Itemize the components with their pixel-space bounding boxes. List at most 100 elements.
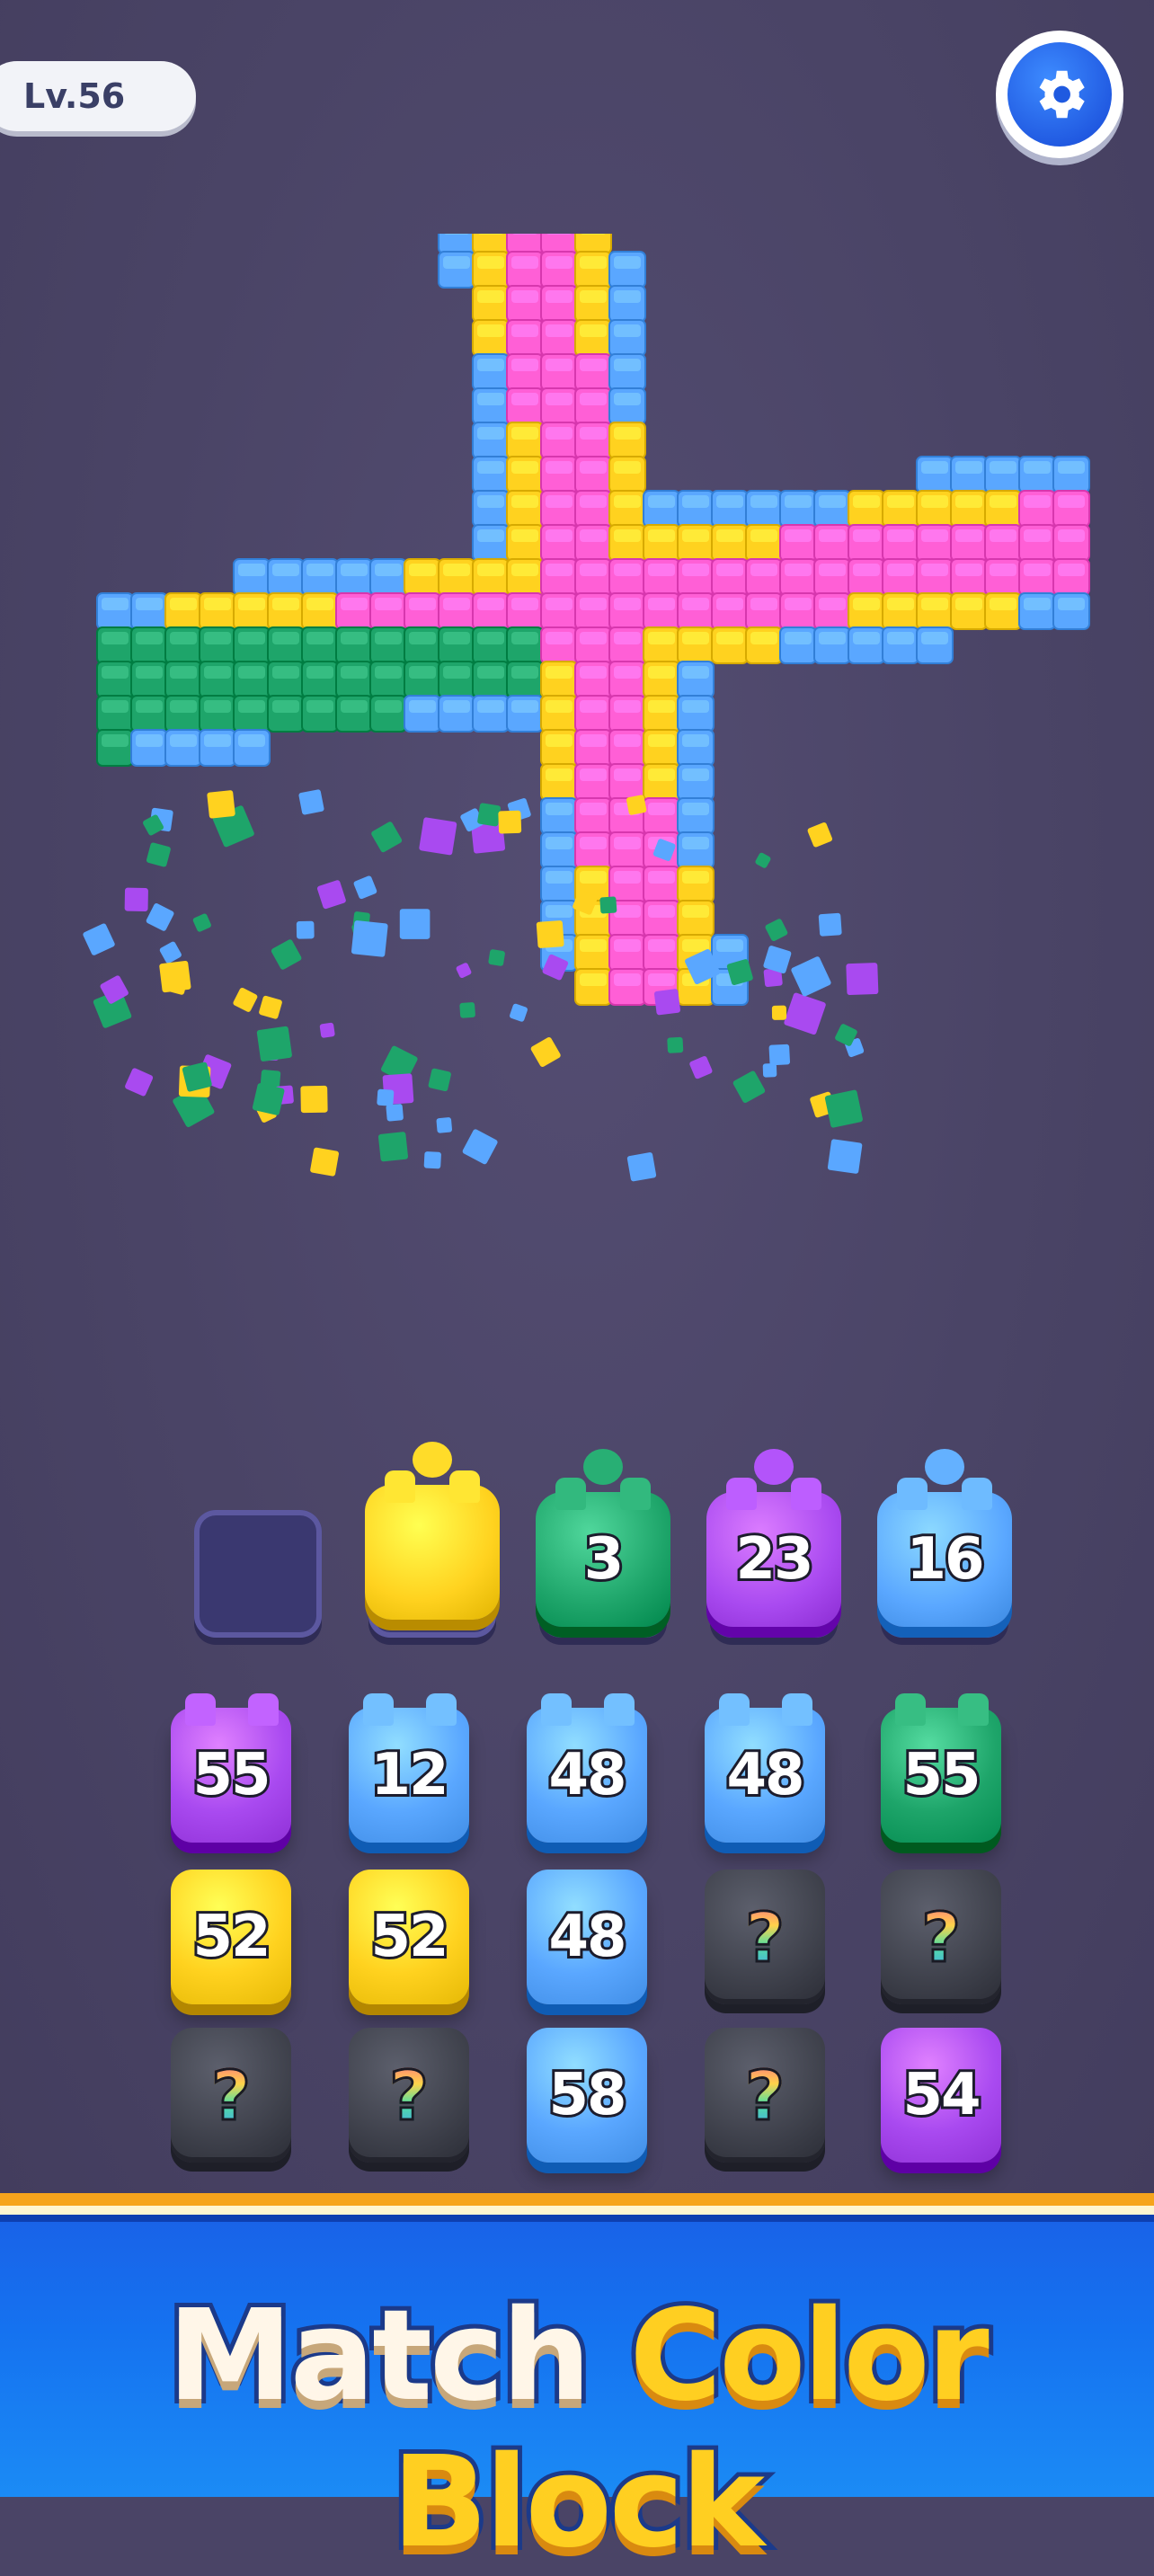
block-ear: [541, 1693, 572, 1726]
debris-cube: [784, 992, 826, 1035]
voxel-cube: [506, 456, 544, 493]
voxel-cube: [574, 387, 612, 425]
debris-cube: [423, 1151, 441, 1169]
settings-button[interactable]: [996, 31, 1123, 158]
voxel-cube: [267, 592, 305, 630]
voxel-cube: [916, 592, 954, 630]
color-block[interactable]: 54: [881, 2028, 1001, 2163]
voxel-cube: [745, 592, 783, 630]
mystery-block[interactable]: ?: [705, 2028, 825, 2163]
debris-cube: [762, 1063, 777, 1078]
voxel-cube: [301, 558, 339, 596]
gear-icon: [1008, 42, 1112, 147]
voxel-cube: [199, 729, 236, 767]
voxel-cube: [882, 558, 919, 596]
color-block[interactable]: 52: [171, 1870, 291, 2004]
debris-cube: [818, 912, 842, 937]
block-knob: [925, 1449, 964, 1485]
voxel-cube: [608, 695, 646, 733]
voxel-cube: [643, 866, 680, 903]
voxel-cube: [472, 524, 510, 562]
voxel-cube: [130, 695, 168, 733]
voxel-cube: [643, 695, 680, 733]
block-count: 52: [368, 1901, 451, 1973]
voxel-cube: [574, 456, 612, 493]
voxel-cube: [233, 695, 271, 733]
voxel-cube: [1052, 558, 1090, 596]
debris-cube: [125, 1068, 154, 1097]
color-block[interactable]: 48: [527, 1870, 647, 2004]
debris-cube: [498, 810, 522, 834]
voxel-cube: [438, 661, 475, 698]
voxel-cube: [540, 558, 578, 596]
voxel-debris: [83, 789, 879, 1182]
block-ear: [449, 1470, 480, 1503]
block-count: 48: [723, 1739, 807, 1811]
debris-cube: [626, 1152, 657, 1182]
color-block[interactable]: 48: [527, 1693, 647, 1843]
voxel-cube: [472, 661, 510, 698]
debris-cube: [807, 822, 833, 848]
voxel-cube: [164, 592, 202, 630]
voxel-cube: [574, 319, 612, 357]
tray-block: 16: [877, 1449, 1012, 1627]
voxel-cube: [779, 592, 817, 630]
voxel-cube: [506, 387, 544, 425]
voxel-cube: [677, 900, 715, 937]
block-count: 58: [546, 2059, 629, 2131]
voxel-cube: [164, 695, 202, 733]
voxel-cube: [677, 524, 715, 562]
voxel-cube: [540, 866, 578, 903]
question-icon: ?: [919, 1896, 962, 1978]
voxel-cube: [916, 626, 954, 664]
question-icon: ?: [743, 2054, 786, 2136]
voxel-cube: [848, 524, 885, 562]
voxel-cube: [1052, 524, 1090, 562]
debris-cube: [456, 963, 472, 979]
voxel-cube: [574, 968, 612, 1006]
color-block[interactable]: 55: [171, 1693, 291, 1843]
voxel-cube: [608, 456, 646, 493]
voxel-cube: [506, 695, 544, 733]
debris-cube: [124, 887, 148, 911]
color-block[interactable]: 52: [349, 1870, 469, 2004]
voxel-cube: [438, 251, 475, 289]
mystery-block[interactable]: ?: [171, 2028, 291, 2163]
color-block[interactable]: 55: [881, 1693, 1001, 1843]
mystery-block[interactable]: ?: [705, 1870, 825, 2004]
voxel-cube: [540, 490, 578, 528]
voxel-cube: [472, 626, 510, 664]
debris-cube: [259, 995, 282, 1019]
block-count: 52: [190, 1901, 273, 1973]
voxel-cube: [438, 234, 475, 254]
debris-cube: [488, 949, 505, 966]
color-block[interactable]: 48: [705, 1693, 825, 1843]
block-ear: [726, 1478, 757, 1510]
question-icon: ?: [387, 2054, 430, 2136]
block-ear: [782, 1693, 812, 1726]
voxel-cube: [540, 456, 578, 493]
voxel-cube: [540, 524, 578, 562]
voxel-cube: [233, 592, 271, 630]
voxel-cube: [540, 285, 578, 323]
voxel-cube: [267, 626, 305, 664]
voxel-cube: [404, 558, 441, 596]
voxel-cube: [472, 592, 510, 630]
mystery-block[interactable]: ?: [881, 1870, 1001, 2004]
voxel-cube: [643, 729, 680, 767]
color-block[interactable]: 12: [349, 1693, 469, 1843]
voxel-cube: [643, 934, 680, 972]
voxel-cube: [643, 490, 680, 528]
mystery-block[interactable]: ?: [349, 2028, 469, 2163]
color-block[interactable]: 58: [527, 2028, 647, 2163]
tray-block: 23: [706, 1449, 841, 1627]
voxel-cube: [574, 558, 612, 596]
voxel-cube: [301, 661, 339, 698]
voxel-cube: [984, 592, 1022, 630]
voxel-cube: [438, 558, 475, 596]
voxel-cube: [404, 626, 441, 664]
voxel-cube: [267, 558, 305, 596]
voxel-cube: [506, 524, 544, 562]
voxel-cube: [540, 797, 578, 835]
banner-trim: [0, 2193, 1154, 2206]
